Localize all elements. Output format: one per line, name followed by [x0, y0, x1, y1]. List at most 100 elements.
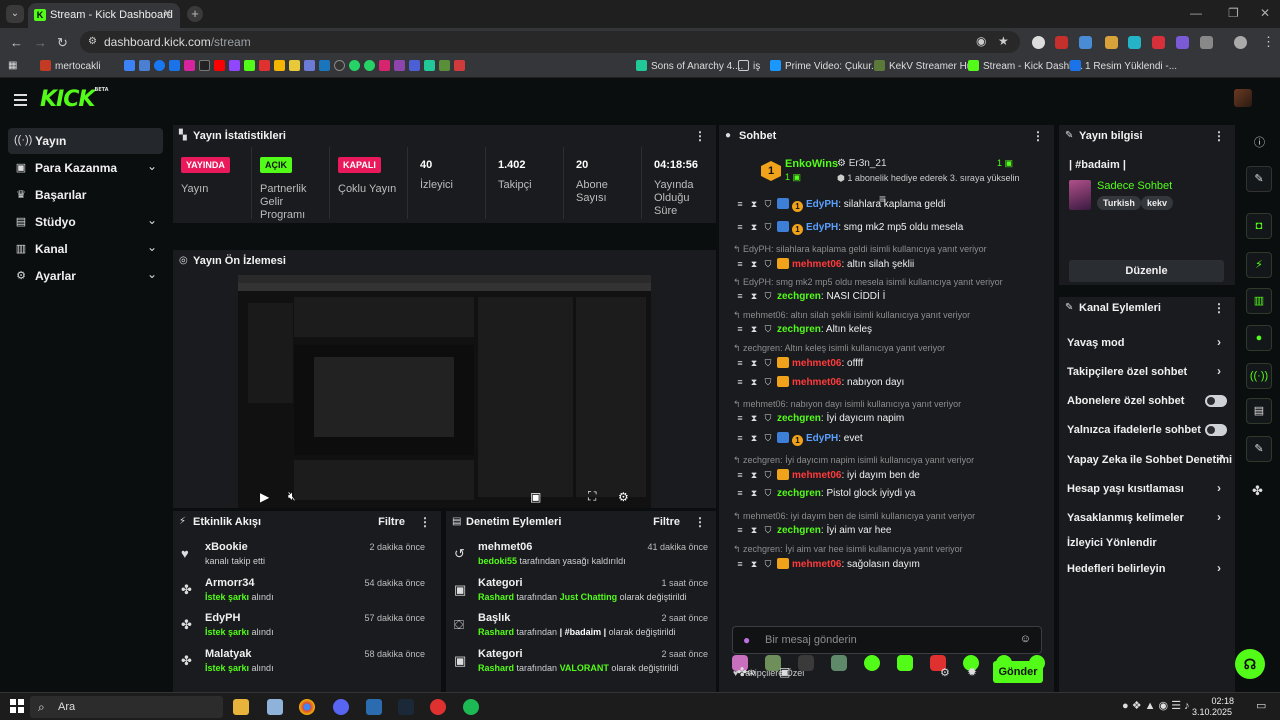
more-options-icon[interactable]: ⋮: [694, 515, 706, 529]
clock-date[interactable]: 3.10.2025: [1192, 707, 1232, 717]
more-options-icon[interactable]: ⋮: [694, 129, 706, 143]
timeout-icon[interactable]: ⧗: [749, 488, 759, 499]
ban-icon[interactable]: ⛉: [763, 488, 773, 499]
chevron-right-icon[interactable]: ›: [1217, 481, 1221, 495]
chat-reply-context[interactable]: ↰ mehmet06: iyi dayım ben de isimli kull…: [733, 511, 975, 522]
system-tray-icons[interactable]: ● ❖ ▲ ◉ ☰ ♪: [1122, 699, 1190, 712]
obs-icon[interactable]: [430, 699, 446, 715]
chat-username[interactable]: EdyPH: [806, 433, 838, 444]
action-slow-mode[interactable]: Yavaş mod: [1067, 337, 1124, 349]
ban-icon[interactable]: ⛉: [763, 324, 773, 335]
support-icon[interactable]: ☊: [1235, 649, 1265, 679]
play-icon[interactable]: ▶: [260, 490, 269, 504]
chat-reply-context[interactable]: ↰ EdyPH: silahlara kaplama geldi isimli …: [733, 244, 987, 255]
chevron-right-icon[interactable]: ›: [1217, 364, 1221, 378]
chrome-icon[interactable]: [299, 699, 315, 715]
extension-icon[interactable]: [1079, 36, 1092, 49]
bookmark-icons-group[interactable]: [124, 60, 469, 73]
taskbar-search[interactable]: ⌕ Ara: [30, 696, 223, 718]
delete-message-icon[interactable]: ≡: [735, 413, 745, 423]
app-icon[interactable]: [366, 699, 382, 715]
chat-username[interactable]: mehmet06: [792, 559, 841, 570]
apps-grid-icon[interactable]: ▦: [8, 60, 17, 73]
ban-icon[interactable]: ⛉: [763, 358, 773, 369]
chat-username[interactable]: mehmet06: [792, 470, 841, 481]
activity-user[interactable]: xBookie: [205, 541, 248, 553]
puzzle-icon[interactable]: [1200, 36, 1213, 49]
ban-icon[interactable]: ⛉: [763, 222, 773, 233]
extension-icon[interactable]: [1105, 36, 1118, 49]
sidebar-item-studyo[interactable]: ▤ Stüdyo ⌄: [8, 209, 163, 235]
action-ai-moderation[interactable]: Yapay Zeka ile Sohbet Denetimi: [1067, 454, 1232, 466]
chat-username[interactable]: zechgren: [777, 291, 821, 302]
stream-tag[interactable]: Turkish: [1097, 196, 1141, 210]
emote-icon[interactable]: [897, 655, 913, 671]
kick-logo[interactable]: KICKBETA: [40, 87, 109, 112]
kicks-icon[interactable]: ✤∞: [737, 665, 756, 679]
spotify-icon[interactable]: [463, 699, 479, 715]
delete-message-icon[interactable]: ≡: [735, 324, 745, 334]
external-link-icon[interactable]: ↗: [1216, 453, 1224, 464]
chevron-right-icon[interactable]: ›: [1217, 335, 1221, 349]
delete-message-icon[interactable]: ≡: [735, 291, 745, 301]
forward-icon[interactable]: →: [34, 35, 47, 50]
more-menu-icon[interactable]: ⋮: [1262, 34, 1275, 50]
stream-category[interactable]: Sadece Sohbet: [1097, 180, 1172, 192]
edit-icon[interactable]: ✎: [1246, 166, 1272, 192]
address-bar[interactable]: ⚙ dashboard.kick.com/stream ◉ ★: [80, 31, 1020, 53]
ban-icon[interactable]: ⛉: [763, 559, 773, 570]
chat-reply-context[interactable]: ↰ zechgren: İyi dayıcım napim isimli kul…: [733, 455, 974, 466]
discord-icon[interactable]: [333, 699, 349, 715]
clock-time[interactable]: 02:18: [1204, 696, 1234, 706]
bookmark[interactable]: 1 Resim Yüklendi -...: [1070, 60, 1177, 73]
bookmark[interactable]: KekV Streamer Hub: [874, 60, 978, 73]
pip-icon[interactable]: ▣: [530, 490, 541, 504]
top-gifter-name[interactable]: EnkoWins: [785, 158, 838, 170]
chevron-right-icon[interactable]: ›: [1217, 510, 1221, 524]
action-banned-words[interactable]: Yasaklanmış kelimeler: [1067, 512, 1184, 524]
action-redirect-viewers[interactable]: İzleyici Yönlendir: [1067, 537, 1157, 549]
stream-preview-video[interactable]: ▶ 🔇︎ ▣ ⛶ ⚙: [238, 275, 651, 508]
activity-user[interactable]: EdyPH: [205, 612, 240, 624]
activity-user[interactable]: Malatyak: [205, 648, 251, 660]
more-options-icon[interactable]: ⋮: [1213, 301, 1225, 315]
delete-message-icon[interactable]: ≡: [735, 470, 745, 480]
timeout-icon[interactable]: ⧗: [749, 199, 759, 210]
emote-icon[interactable]: [798, 655, 814, 671]
bookmark[interactable]: Stream - Kick Dashb...: [968, 60, 1083, 73]
chat-reply-context[interactable]: ↰ mehmet06: altın silah şeklii isimli ku…: [733, 310, 970, 321]
bookmark[interactable]: Sons of Anarchy 4....: [636, 60, 743, 73]
chevron-right-icon[interactable]: ›: [1217, 561, 1221, 575]
send-button[interactable]: Gönder: [993, 661, 1043, 683]
more-options-icon[interactable]: ⋮: [1213, 129, 1225, 143]
mute-icon[interactable]: 🔇︎: [288, 489, 296, 504]
bookmark-star-icon[interactable]: ★: [998, 34, 1009, 48]
wrench-icon[interactable]: ✎: [1246, 436, 1272, 462]
badge-icon[interactable]: ✹: [967, 665, 977, 679]
delete-message-icon[interactable]: ≡: [735, 377, 745, 387]
chat-reply-context[interactable]: ↰ mehmet06: nabıyon dayı isimli kullanıc…: [733, 399, 961, 410]
emote-icon[interactable]: [831, 655, 847, 671]
chat-username[interactable]: zechgren: [777, 488, 821, 499]
reload-icon[interactable]: ↻: [57, 35, 68, 51]
site-info-icon[interactable]: ⚙: [88, 36, 97, 47]
chat-username[interactable]: mehmet06: [792, 377, 841, 388]
timeout-icon[interactable]: ⧗: [749, 559, 759, 570]
back-icon[interactable]: ←: [10, 35, 23, 50]
ban-icon[interactable]: ⛉: [763, 413, 773, 424]
timeout-icon[interactable]: ⧗: [749, 222, 759, 233]
chat-settings-icon[interactable]: ⚙: [940, 666, 950, 679]
timeout-icon[interactable]: ⧗: [749, 259, 759, 270]
chat-username[interactable]: EdyPH: [806, 199, 838, 210]
timeout-icon[interactable]: ⧗: [749, 358, 759, 369]
tab-search-icon[interactable]: ⌄: [6, 5, 24, 23]
steam-icon[interactable]: [398, 699, 414, 715]
sidebar-item-ayarlar[interactable]: ⚙ Ayarlar ⌄: [8, 263, 163, 289]
chat-reply-context[interactable]: ↰ zechgren: Altın keleş isimli kullanıcı…: [733, 343, 945, 354]
browser-tab[interactable]: K Stream - Kick Dashboard ✕: [28, 3, 180, 28]
file-explorer-icon[interactable]: [233, 699, 249, 715]
extension-icon[interactable]: [1128, 36, 1141, 49]
sidebar-item-kanal[interactable]: ▥ Kanal ⌄: [8, 236, 163, 262]
moderation-target[interactable]: mehmet06: [478, 541, 532, 553]
activity-user[interactable]: Armorr34: [205, 577, 255, 589]
